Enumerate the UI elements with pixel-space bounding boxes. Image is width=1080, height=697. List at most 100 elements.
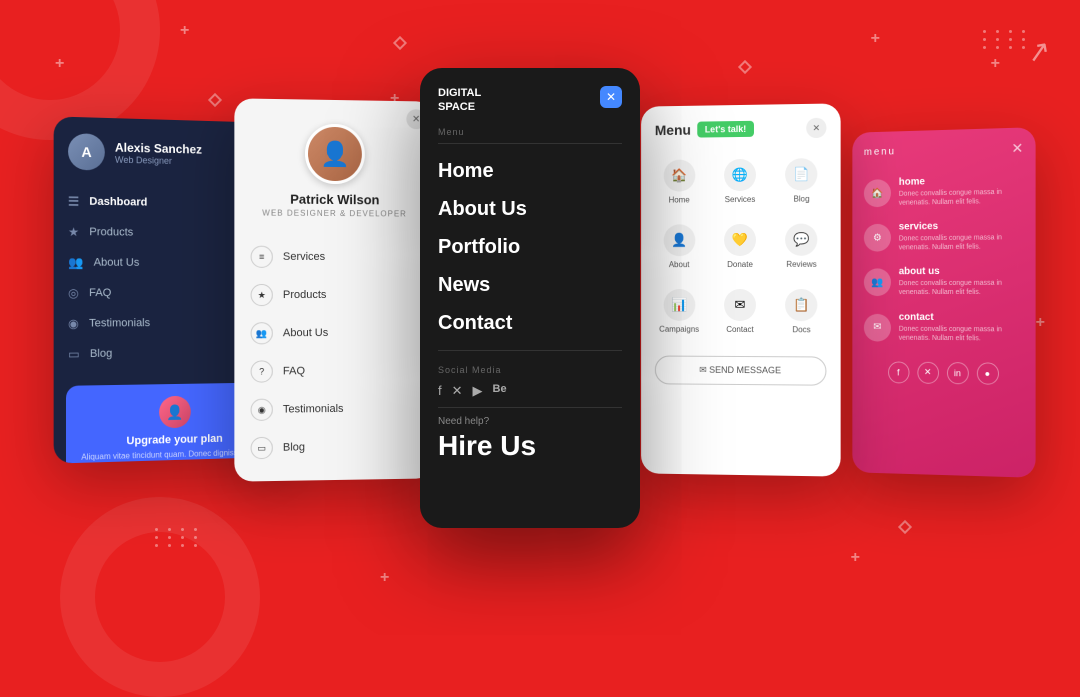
- deco-dots-grid-2: [155, 528, 202, 547]
- icon-about[interactable]: 👤 About: [651, 216, 708, 277]
- deco-plus-1: +: [55, 55, 64, 73]
- icon-contact[interactable]: ✉ Contact: [711, 281, 768, 342]
- profile-section: 👤 Patrick Wilson Web Designer & Develope…: [234, 98, 434, 230]
- deco-arrow: ↗: [1024, 33, 1053, 70]
- menu-item-faq[interactable]: ? FAQ: [234, 351, 434, 390]
- card4-title: Menu: [655, 122, 691, 138]
- user-info: Alexis Sanchez Web Designer: [115, 140, 202, 166]
- docs-circle-icon: 📋: [785, 289, 817, 321]
- home-row-icon: 🏠: [864, 179, 891, 207]
- contact-circle-icon: ✉: [724, 289, 756, 321]
- get-in-touch-button[interactable]: ✉ GET IN TOUCH: [251, 481, 419, 482]
- products-icon: ★: [68, 225, 79, 239]
- services-icon: ≡: [251, 246, 273, 268]
- icon-grid: 🏠 Home 🌐 Services 📄 Blog 👤 About 💛 Donat…: [641, 142, 841, 351]
- twitter-soc-icon[interactable]: ✕: [917, 361, 939, 383]
- menu-item-products[interactable]: ★ Products: [234, 276, 434, 314]
- nav-contact[interactable]: Contact: [420, 304, 640, 342]
- blog-icon: ▭: [68, 347, 80, 361]
- card3-header: DIGITALSPACE ✕: [420, 68, 640, 123]
- close-button-card5[interactable]: ✕: [1011, 140, 1023, 158]
- menu-item-blog[interactable]: ▭ Blog: [234, 427, 434, 468]
- menu-item-services[interactable]: ≡ Services: [234, 238, 434, 277]
- menu-item-about[interactable]: 👥 About Us: [234, 314, 434, 353]
- faq-icon-c2: ?: [251, 360, 273, 382]
- faq-icon: ◎: [68, 286, 79, 300]
- icon-donate[interactable]: 💛 Donate: [711, 216, 768, 277]
- deco-plus-6: +: [851, 549, 860, 567]
- nav-news[interactable]: News: [420, 266, 640, 304]
- nav-about[interactable]: About Us: [420, 190, 640, 228]
- menu-row-services[interactable]: ⚙ services Donec convallis congue massa …: [852, 213, 1035, 260]
- about-icon: 👥: [68, 255, 83, 269]
- user-role: Web Designer: [115, 155, 202, 167]
- deco-diamond-3: [898, 520, 912, 534]
- menu-row-about[interactable]: 👥 about us Donec convallis congue massa …: [852, 259, 1035, 305]
- profile-avatar: 👤: [305, 124, 365, 185]
- icon-campaigns[interactable]: 📊 Campaigns: [651, 281, 708, 342]
- contact-row-content: contact Donec convallis congue massa in …: [899, 311, 1024, 343]
- menu-row-home[interactable]: 🏠 home Donec convallis congue massa in v…: [852, 167, 1035, 216]
- donate-circle-icon: 💛: [724, 224, 756, 256]
- blog-circle-icon: 📄: [785, 158, 817, 190]
- upgrade-avatar: 👤: [159, 396, 191, 429]
- menu-section-label: Menu: [420, 123, 640, 143]
- card-main-menu: DIGITALSPACE ✕ Menu Home About Us Portfo…: [420, 68, 640, 528]
- behance-icon[interactable]: Be: [493, 383, 507, 399]
- social-bar: f ✕ in ●: [852, 353, 1035, 393]
- testimonials-icon: ◉: [68, 316, 79, 330]
- nav-home[interactable]: Home: [420, 152, 640, 190]
- card-profile: ✕ 👤 Patrick Wilson Web Designer & Develo…: [234, 98, 434, 481]
- profile-name: Patrick Wilson: [251, 191, 419, 207]
- facebook-icon[interactable]: f: [438, 383, 442, 399]
- products-icon-c2: ★: [251, 284, 273, 306]
- deco-plus-2: +: [180, 22, 189, 40]
- icon-blog[interactable]: 📄 Blog: [773, 150, 831, 212]
- instagram-soc-icon[interactable]: ●: [976, 362, 998, 384]
- deco-plus-7: +: [380, 569, 389, 587]
- services-circle-icon: 🌐: [724, 159, 756, 191]
- need-help-label: Need help?: [438, 416, 622, 427]
- about-row-icon: 👥: [864, 269, 891, 297]
- icon-docs[interactable]: 📋 Docs: [773, 281, 831, 342]
- menu-item-testimonials[interactable]: ◉ Testimonials: [234, 389, 434, 429]
- deco-diamond-2: [393, 36, 407, 50]
- card5-title: menu: [864, 146, 896, 158]
- deco-diamond-4: [738, 60, 752, 74]
- social-section: Social Media f ✕ ▶ Be: [420, 351, 640, 407]
- card-pink-menu: menu ✕ 🏠 home Donec convallis congue mas…: [852, 127, 1035, 478]
- close-button-card4[interactable]: ✕: [806, 118, 826, 138]
- youtube-icon[interactable]: ▶: [473, 383, 483, 399]
- menu-list: 🏠 home Donec convallis congue massa in v…: [852, 163, 1035, 355]
- reviews-circle-icon: 💬: [785, 224, 817, 256]
- twitter-icon[interactable]: ✕: [452, 383, 463, 399]
- facebook-soc-icon[interactable]: f: [888, 361, 909, 383]
- nav-portfolio[interactable]: Portfolio: [420, 228, 640, 266]
- menu-items: ≡ Services ★ Products 👥 About Us ? FAQ ◉…: [234, 229, 434, 475]
- hire-us-text[interactable]: Hire Us: [438, 429, 622, 463]
- card4-header: Menu Let's talk! ✕: [641, 103, 841, 144]
- about-icon-c2: 👥: [251, 322, 273, 344]
- close-button-card3[interactable]: ✕: [600, 86, 622, 108]
- social-label: Social Media: [438, 359, 622, 379]
- icon-home[interactable]: 🏠 Home: [651, 151, 708, 212]
- services-row-icon: ⚙: [864, 224, 891, 252]
- about-circle-icon: 👤: [663, 224, 695, 256]
- menu-row-contact[interactable]: ✉ contact Donec convallis congue massa i…: [852, 305, 1035, 351]
- deco-diamond-1: [208, 93, 222, 107]
- home-circle-icon: 🏠: [663, 160, 695, 192]
- card5-header: menu ✕: [852, 127, 1035, 167]
- deco-dots-grid-1: [983, 30, 1030, 49]
- icon-reviews[interactable]: 💬 Reviews: [773, 215, 831, 277]
- deco-plus-8: +: [1036, 314, 1045, 332]
- main-nav: Home About Us Portfolio News Contact: [420, 144, 640, 350]
- icon-services[interactable]: 🌐 Services: [711, 151, 768, 213]
- brand-name: DIGITALSPACE: [438, 86, 481, 115]
- deco-plus-4: +: [871, 30, 880, 48]
- card-icon-menu: Menu Let's talk! ✕ 🏠 Home 🌐 Services 📄 B…: [641, 103, 841, 476]
- linkedin-soc-icon[interactable]: in: [946, 362, 968, 384]
- deco-plus-5: +: [991, 55, 1000, 73]
- lets-talk-badge: Let's talk!: [697, 121, 754, 138]
- avatar-image: A: [68, 133, 105, 170]
- send-message-button[interactable]: ✉ SEND MESSAGE: [655, 356, 827, 386]
